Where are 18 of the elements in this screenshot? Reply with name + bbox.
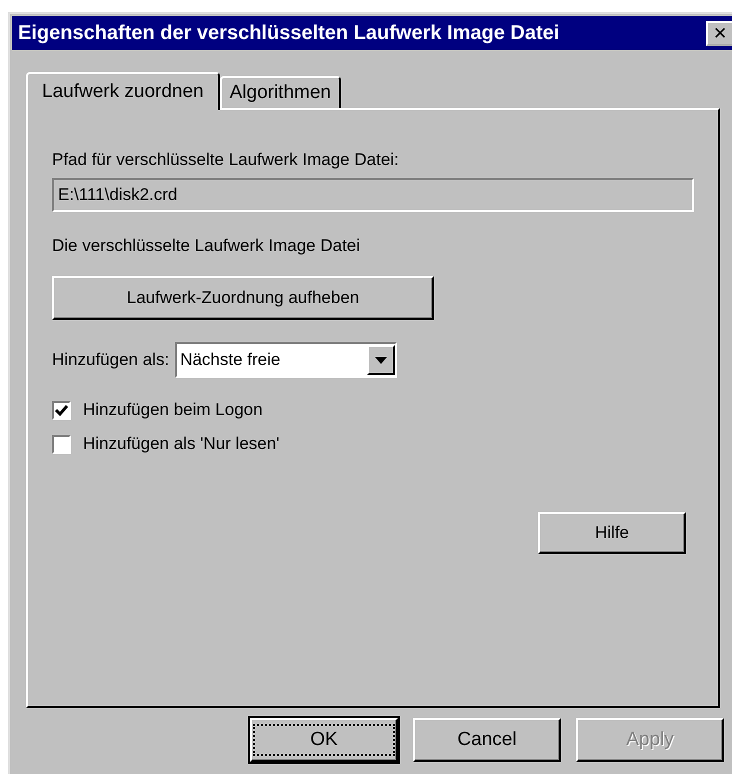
checkbox[interactable] bbox=[52, 434, 71, 454]
tab[interactable]: Laufwerk zuordnen bbox=[26, 72, 220, 110]
path-field[interactable]: E:\111\disk2.crd bbox=[52, 178, 694, 212]
dialog-button[interactable]: OK bbox=[250, 718, 398, 762]
dropdown-arrow-icon bbox=[375, 356, 388, 364]
unmap-button[interactable]: Laufwerk-Zuordnung aufheben bbox=[52, 276, 434, 320]
path-label: Pfad für verschlüsselte Laufwerk Image Datei: bbox=[52, 150, 400, 170]
close-button[interactable]: ✕ bbox=[706, 20, 732, 46]
add-as-dropdown[interactable]: Nächste freie bbox=[175, 342, 398, 378]
window-title: Eigenschaften der verschlüsselten Laufwerk Image Datei bbox=[18, 22, 560, 44]
checkbox[interactable] bbox=[52, 400, 71, 420]
dialog-button[interactable]: Cancel bbox=[413, 718, 561, 762]
help-button[interactable]: Hilfe bbox=[538, 512, 686, 554]
status-text: Die verschlüsselte Laufwerk Image Datei bbox=[52, 236, 362, 256]
checkbox-label: Hinzufügen als 'Nur lesen' bbox=[83, 434, 280, 454]
tab[interactable]: Algorithmen bbox=[220, 76, 341, 108]
add-as-label: Hinzufügen als: bbox=[52, 350, 170, 370]
checkbox-label: Hinzufügen beim Logon bbox=[83, 400, 263, 420]
